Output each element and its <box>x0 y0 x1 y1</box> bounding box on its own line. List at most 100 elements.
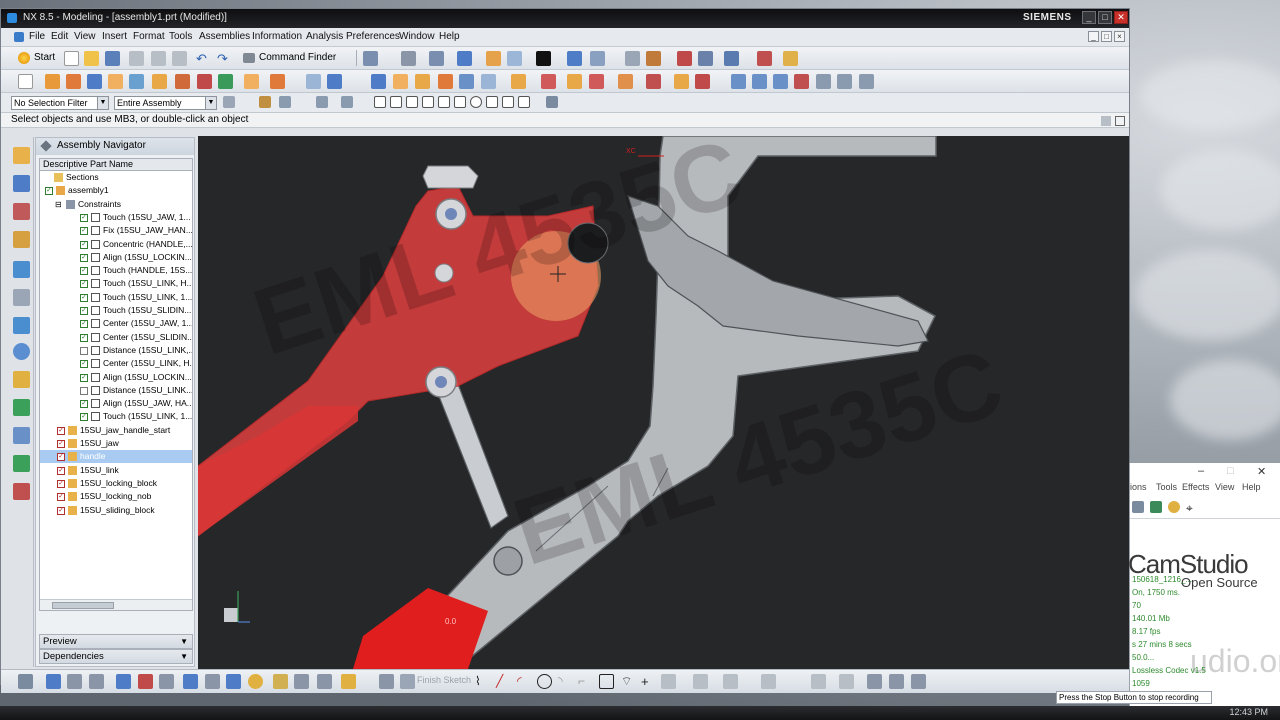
paste-view-icon[interactable] <box>341 674 356 689</box>
doc-close-button[interactable]: × <box>1114 31 1125 42</box>
visibility-checkbox[interactable]: ✓ <box>80 240 88 249</box>
redo-icon[interactable]: ↷ <box>217 51 232 66</box>
trim-icon[interactable] <box>459 74 474 89</box>
circle-icon[interactable] <box>537 674 552 689</box>
visibility-checkbox[interactable]: ✓ <box>57 466 65 475</box>
tree-row[interactable]: ✓ Align (15SU_LOCKIN... <box>40 251 192 264</box>
tree-row[interactable]: ✓ 15SU_jaw <box>40 437 192 450</box>
tree-row[interactable]: ✓ 15SU_link <box>40 464 192 477</box>
visibility-checkbox[interactable]: ✓ <box>80 227 88 236</box>
fit-icon[interactable] <box>401 51 416 66</box>
pan-icon[interactable] <box>116 674 131 689</box>
cam-menu-tools[interactable]: Tools <box>1156 482 1177 492</box>
pad-icon[interactable] <box>152 74 167 89</box>
pin-icon[interactable] <box>40 140 52 152</box>
history-clock-icon[interactable] <box>13 343 30 360</box>
unite-icon[interactable] <box>270 74 285 89</box>
graphics-window[interactable]: EML 4535C EML 4535C XC 0.0 <box>198 136 1129 669</box>
cue-expand-icon[interactable] <box>1101 116 1111 126</box>
draft-icon[interactable] <box>393 74 408 89</box>
snap-control-icon[interactable] <box>406 96 418 108</box>
tree-row[interactable]: ✓ Touch (15SU_LINK, H... <box>40 277 192 290</box>
fit-view-icon[interactable] <box>46 674 61 689</box>
system-scenes-icon[interactable] <box>13 483 30 500</box>
tree-row[interactable]: ✓ Touch (15SU_LINK, 1... <box>40 291 192 304</box>
cam-menu-view[interactable]: View <box>1215 482 1234 492</box>
hd3d-icon[interactable] <box>13 289 30 306</box>
visibility-checkbox[interactable]: ✓ <box>80 320 88 329</box>
menu-file[interactable]: File <box>29 31 45 42</box>
snap-bounded-icon[interactable] <box>518 96 530 108</box>
view-icon[interactable] <box>363 51 378 66</box>
undo-icon[interactable]: ↶ <box>196 51 211 66</box>
offset-icon[interactable] <box>481 74 496 89</box>
selection-scope-dropdown[interactable]: Entire Assembly ▼ <box>114 96 217 110</box>
command-finder-button[interactable]: Command Finder <box>259 52 336 63</box>
finish-sketch-button[interactable]: Finish Sketch <box>417 675 471 685</box>
expand-toggle-icon[interactable]: ⊟ <box>55 200 64 209</box>
polygon-icon[interactable]: ⌔ <box>621 674 636 689</box>
menu-insert[interactable]: Insert <box>102 31 127 42</box>
expand-toggle-icon[interactable] <box>43 173 52 182</box>
geometric-constraint-icon[interactable] <box>839 674 854 689</box>
select-edges-icon[interactable] <box>316 96 328 108</box>
minimize-button[interactable]: _ <box>1082 11 1096 24</box>
wave-icon[interactable] <box>646 74 661 89</box>
tree-row[interactable]: ✓ Concentric (HANDLE,... <box>40 238 192 251</box>
ref-set-icon[interactable] <box>674 74 689 89</box>
sweep-icon[interactable] <box>773 74 788 89</box>
snap-midpoint-icon[interactable] <box>390 96 402 108</box>
snap-quadrant-icon[interactable] <box>454 96 466 108</box>
cam-menu-effects[interactable]: Effects <box>1182 482 1209 492</box>
tree-row[interactable]: ✓ Distance (15SU_LINK,... <box>40 344 192 357</box>
system-materials-icon[interactable] <box>13 371 30 388</box>
revolve-icon[interactable] <box>66 74 81 89</box>
tree-row[interactable]: ✓ 15SU_locking_nob <box>40 490 192 503</box>
dimension-icon[interactable] <box>811 674 826 689</box>
wcs-icon[interactable] <box>590 51 605 66</box>
web-browser-icon[interactable] <box>13 317 30 334</box>
hand-icon[interactable] <box>273 674 288 689</box>
preview-panel[interactable]: Preview ▼ <box>39 634 193 649</box>
analysis-icon[interactable] <box>677 51 692 66</box>
visibility-checkbox[interactable]: ✓ <box>80 346 88 355</box>
move-comp-icon[interactable] <box>567 74 582 89</box>
tree-row[interactable]: ✓ handle <box>40 450 192 464</box>
tree-row[interactable]: ✓ Center (15SU_SLIDIN... <box>40 331 192 344</box>
tree-row[interactable]: ✓ 15SU_jaw_handle_start <box>40 424 192 437</box>
zoom-icon[interactable] <box>67 674 82 689</box>
boss-icon[interactable] <box>108 74 123 89</box>
rectangle-icon[interactable] <box>599 674 614 689</box>
profile-icon[interactable]: ⌇ <box>475 674 490 689</box>
perspective-icon[interactable] <box>159 674 174 689</box>
mirror-curve-icon[interactable] <box>761 674 776 689</box>
manufacturing-wizards-icon[interactable] <box>13 427 30 444</box>
arc-icon[interactable]: ◜ <box>517 674 532 689</box>
tree-row[interactable]: ✓ Center (15SU_JAW, 1... <box>40 317 192 330</box>
cam-menu-options[interactable]: ions <box>1130 482 1147 492</box>
pocket-icon[interactable] <box>129 74 144 89</box>
copy-icon[interactable] <box>151 51 166 66</box>
part-navigator-icon[interactable] <box>13 231 30 248</box>
process-studio-icon[interactable] <box>13 399 30 416</box>
tool-icon[interactable] <box>757 51 772 66</box>
measure-icon[interactable] <box>646 51 661 66</box>
snap-tangent-icon[interactable] <box>502 96 514 108</box>
blend-icon[interactable] <box>306 74 321 89</box>
select-body-icon[interactable] <box>341 96 353 108</box>
slot-icon[interactable] <box>175 74 190 89</box>
tree-row[interactable]: ✓ Distance (15SU_LINK... <box>40 384 192 397</box>
delete-face-icon[interactable] <box>837 74 852 89</box>
point-icon[interactable]: + <box>641 674 656 689</box>
menu-help[interactable]: Help <box>439 31 460 42</box>
visibility-checkbox[interactable]: ✓ <box>57 426 65 435</box>
doc-restore-button[interactable]: □ <box>1101 31 1112 42</box>
constrain-icon[interactable] <box>205 674 220 689</box>
chamfer-icon[interactable] <box>327 74 342 89</box>
cam-record-icon[interactable] <box>1132 501 1144 513</box>
reuse-library-icon[interactable] <box>13 261 30 278</box>
cue-maximize-icon[interactable] <box>1115 116 1125 126</box>
shade-icon[interactable] <box>457 51 472 66</box>
tree-row[interactable]: ✓ Touch (15SU_LINK, 1... <box>40 410 192 423</box>
cam-settings-icon[interactable] <box>1168 501 1180 513</box>
